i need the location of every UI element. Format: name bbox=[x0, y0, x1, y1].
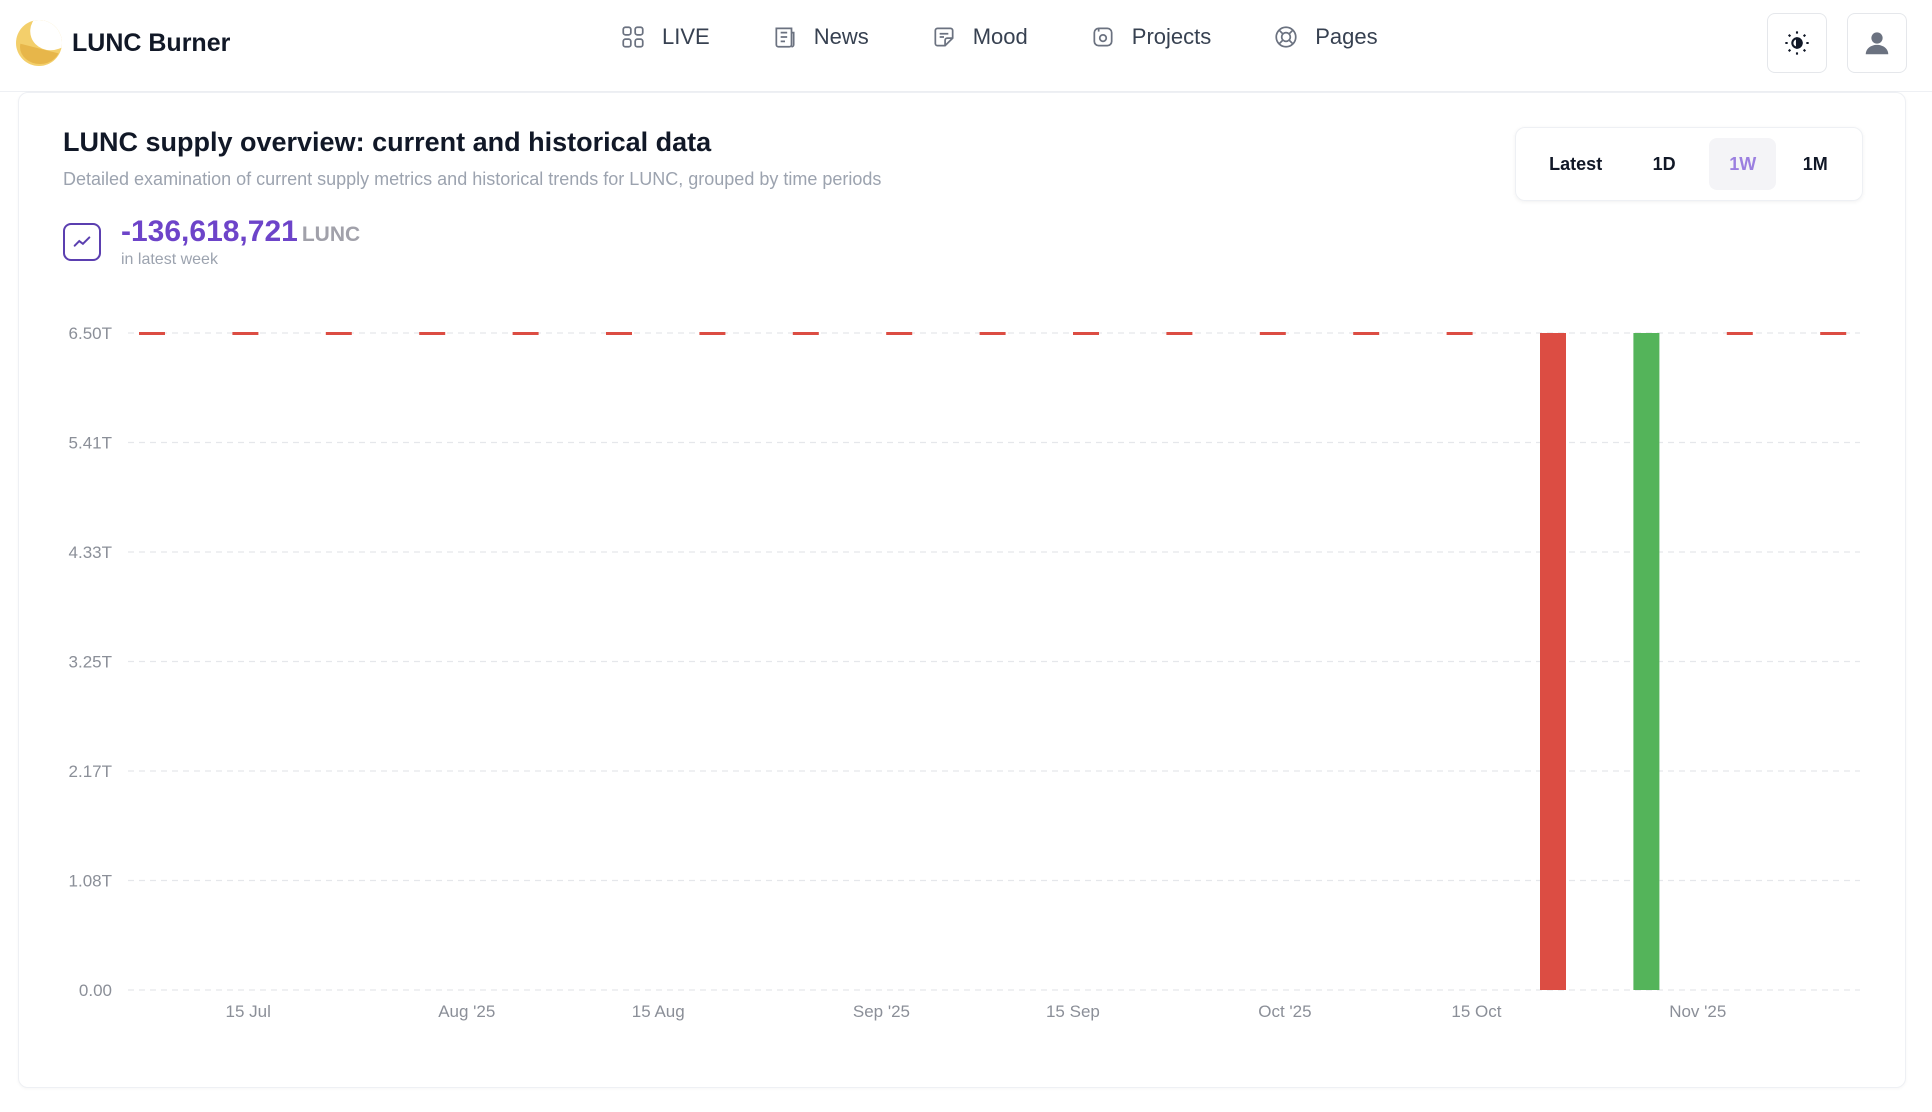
sun-moon-icon bbox=[1785, 31, 1809, 55]
nav-item-mood[interactable]: Mood bbox=[931, 24, 1028, 50]
data-bar-cap bbox=[606, 332, 632, 335]
y-tick-label: 4.33T bbox=[69, 543, 112, 562]
data-bar-cap bbox=[1353, 332, 1380, 335]
y-tick-label: 0.00 bbox=[79, 981, 112, 1000]
data-bar-cap bbox=[419, 332, 446, 335]
supply-bar-chart: 0.00 1.08T 2.17T 3.25T 4.33T 5.41T 6.50T 15 Jul… bbox=[69, 324, 1860, 1021]
data-bar bbox=[1540, 333, 1566, 990]
data-bar-cap bbox=[232, 332, 259, 335]
y-tick-label: 5.41T bbox=[69, 434, 112, 453]
app-logo[interactable]: LUNC Burner bbox=[16, 20, 230, 66]
data-bar-cap bbox=[979, 332, 1006, 335]
x-tick-label: Aug '25 bbox=[438, 1002, 495, 1021]
data-bar-cap bbox=[699, 332, 726, 335]
top-navigation-bar: LUNC Burner LIVE News Mood Projects Page… bbox=[0, 0, 1932, 92]
data-bar-cap bbox=[1726, 332, 1753, 335]
x-tick-label: Oct '25 bbox=[1258, 1002, 1311, 1021]
data-bar-cap bbox=[512, 332, 539, 335]
main-nav: LIVE News Mood Projects Pages bbox=[620, 24, 1440, 50]
x-tick-label: Nov '25 bbox=[1669, 1002, 1726, 1021]
nav-item-live[interactable]: LIVE bbox=[620, 24, 710, 50]
data-bar-cap bbox=[1446, 332, 1473, 335]
data-bar-cap bbox=[886, 332, 913, 335]
lunc-logo-icon bbox=[16, 20, 62, 66]
data-bar-cap bbox=[792, 332, 819, 335]
x-tick-label: 15 Oct bbox=[1451, 1002, 1501, 1021]
user-icon bbox=[1865, 32, 1889, 55]
y-tick-label: 2.17T bbox=[69, 762, 112, 781]
nav-label: Projects bbox=[1131, 24, 1212, 49]
x-tick-label: 15 Sep bbox=[1046, 1002, 1100, 1021]
y-tick-label: 3.25T bbox=[69, 653, 112, 672]
data-bar-cap bbox=[1166, 332, 1193, 335]
theme-toggle-button[interactable] bbox=[1767, 13, 1827, 73]
nav-label: Mood bbox=[972, 24, 1028, 49]
nav-item-news[interactable]: News bbox=[772, 24, 869, 50]
user-account-button[interactable] bbox=[1847, 13, 1907, 73]
nav-item-projects[interactable]: Projects bbox=[1090, 24, 1211, 50]
data-bar-cap bbox=[325, 332, 352, 335]
nav-label: Pages bbox=[1315, 24, 1378, 49]
newspaper-icon bbox=[775, 27, 795, 48]
x-tick-label: 15 Aug bbox=[632, 1002, 685, 1021]
x-tick-label: Sep '25 bbox=[853, 1002, 910, 1021]
app-name: LUNC Burner bbox=[72, 28, 231, 57]
folder-icon bbox=[1093, 27, 1113, 47]
data-bar-cap bbox=[1820, 332, 1847, 335]
grid-icon bbox=[622, 26, 644, 48]
x-tick-label: 15 Jul bbox=[226, 1002, 271, 1021]
data-bar-cap bbox=[1259, 332, 1286, 335]
data-bar-cap bbox=[1073, 332, 1099, 335]
data-bar bbox=[1633, 333, 1660, 990]
lifebuoy-icon bbox=[1275, 26, 1297, 48]
y-tick-label: 1.08T bbox=[69, 872, 112, 891]
nav-item-pages[interactable]: Pages bbox=[1273, 24, 1378, 50]
data-bar-cap bbox=[139, 332, 165, 335]
sticker-icon bbox=[934, 27, 954, 47]
nav-label: LIVE bbox=[662, 24, 710, 49]
y-tick-label: 6.50T bbox=[69, 324, 112, 343]
nav-label: News bbox=[813, 24, 869, 49]
